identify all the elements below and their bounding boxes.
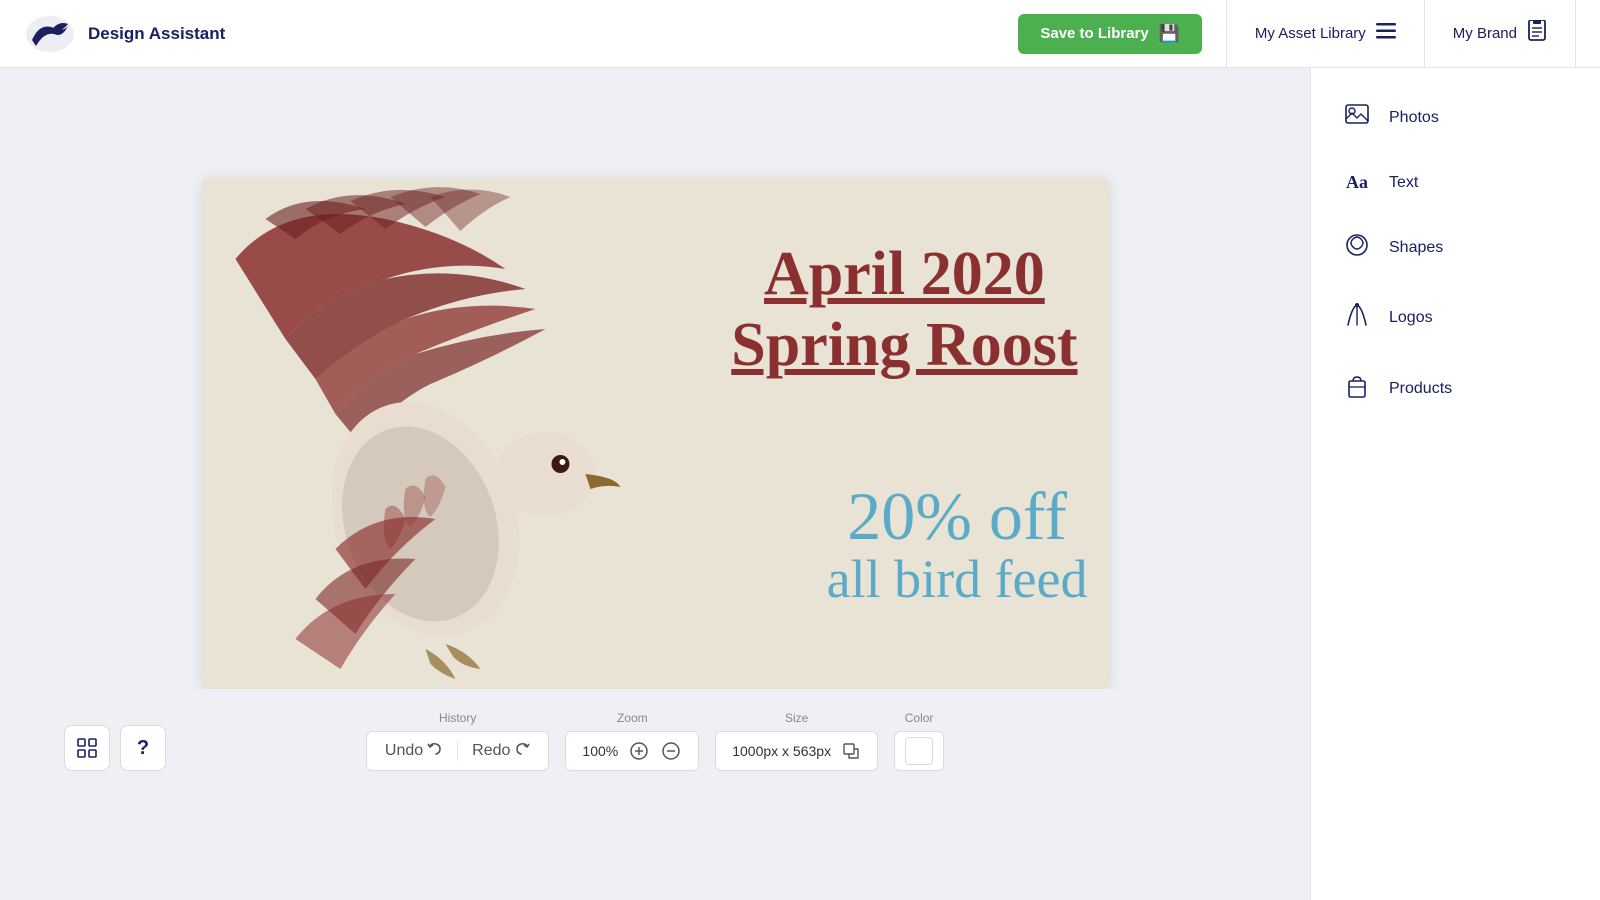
undo-icon [427,741,443,762]
size-box: 1000px x 563px [715,731,878,771]
undo-button[interactable]: Undo [383,741,445,762]
sidebar-item-photos[interactable]: Photos [1311,84,1600,152]
redo-label: Redo [472,742,510,760]
zoom-control: Zoom 100% [565,711,699,771]
brand-icon [1527,20,1547,47]
promo-sub-text: all bird feed [827,550,1088,609]
sidebar-item-shapes[interactable]: Shapes [1311,213,1600,283]
bottom-left-buttons: ? [64,725,166,771]
color-swatch[interactable] [905,737,933,765]
products-icon [1343,373,1371,405]
zoom-label: Zoom [617,711,648,725]
redo-button[interactable]: Redo [470,741,532,762]
save-icon: 💾 [1159,24,1180,44]
logo-text: Design Assistant [88,24,225,44]
nav-my-asset-library[interactable]: My Asset Library [1226,0,1424,68]
logos-icon [1343,303,1371,333]
divider [457,741,458,761]
help-icon: ? [137,737,149,760]
header: Design Assistant Save to Library 💾 My As… [0,0,1600,68]
sidebar-text-label: Text [1389,174,1418,192]
bottom-bar: ? History Undo [40,689,1270,789]
bottom-controls: History Undo Redo [366,711,944,771]
history-box: Undo Redo [366,731,550,771]
sidebar-item-products[interactable]: Products [1311,353,1600,425]
canvas-area: April 2020 Spring Roost 20% off all bird… [0,68,1310,900]
zoom-box: 100% [565,731,699,771]
sidebar-photos-label: Photos [1389,109,1439,127]
logo-icon [24,12,76,56]
resize-button[interactable] [841,743,861,759]
sidebar-item-logos[interactable]: Logos [1311,283,1600,353]
shapes-icon [1343,233,1371,263]
sidebar-item-text[interactable]: Aa Text [1311,152,1600,213]
color-box[interactable] [894,731,944,771]
main-area: April 2020 Spring Roost 20% off all bird… [0,68,1600,900]
grid-view-button[interactable] [64,725,110,771]
nav-brand-label: My Brand [1453,25,1517,42]
save-to-library-button[interactable]: Save to Library 💾 [1018,14,1202,54]
size-value: 1000px x 563px [732,743,831,759]
promo-big-text: 20% off [827,482,1088,550]
sidebar-shapes-label: Shapes [1389,239,1443,257]
photos-icon [1343,104,1371,132]
zoom-value: 100% [582,743,618,759]
history-control: History Undo Redo [366,711,550,771]
sidebar-logos-label: Logos [1389,309,1433,327]
canvas[interactable]: April 2020 Spring Roost 20% off all bird… [203,179,1108,689]
bird-illustration [203,179,728,689]
text-icon: Aa [1343,172,1371,193]
size-control: Size 1000px x 563px [715,711,878,771]
size-label: Size [785,711,808,725]
canvas-title: April 2020 Spring Roost [731,239,1077,382]
color-label: Color [905,711,934,725]
sidebar-products-label: Products [1389,380,1452,398]
logo-area: Design Assistant [24,12,1018,56]
history-label: History [439,711,476,725]
nav-my-brand[interactable]: My Brand [1424,0,1576,68]
zoom-out-button[interactable] [660,742,682,760]
nav-asset-library-label: My Asset Library [1255,25,1366,42]
menu-lines-icon [1376,23,1396,44]
zoom-in-button[interactable] [628,742,650,760]
redo-icon [514,741,530,762]
help-button[interactable]: ? [120,725,166,771]
canvas-promo: 20% off all bird feed [827,482,1088,609]
save-button-label: Save to Library [1040,25,1148,42]
undo-label: Undo [385,742,423,760]
right-sidebar: Photos Aa Text Shapes Lo [1310,68,1600,900]
header-actions: Save to Library 💾 My Asset Library My Br… [1018,0,1576,68]
color-control: Color [894,711,944,771]
